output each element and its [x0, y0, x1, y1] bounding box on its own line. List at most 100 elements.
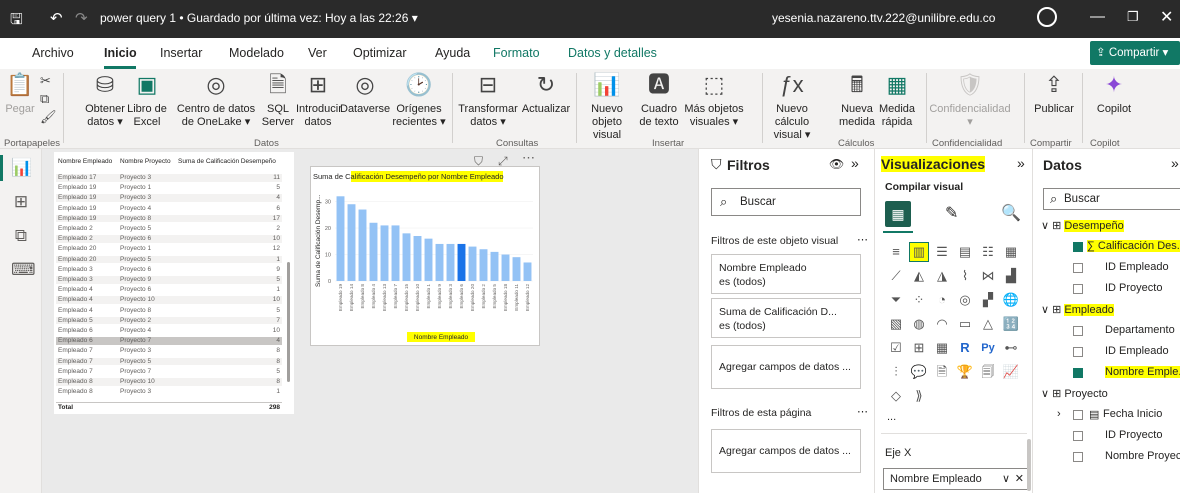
sql-button[interactable]: 🗎 SQL Server	[260, 71, 296, 129]
tab-insertar[interactable]: Insertar	[160, 46, 202, 60]
more-visuals-button[interactable]: ⬚ Más objetos visuales ▾	[684, 71, 744, 129]
table-row[interactable]: Empleado 6 Proyecto 7 4	[56, 337, 282, 345]
new-measure-button[interactable]: 🖩 Nueva medida	[838, 71, 876, 129]
restore-icon[interactable]: ❐	[1127, 9, 1139, 25]
trophy-icon[interactable]: 🏆	[956, 363, 974, 381]
table-view-icon[interactable]: ⊞	[11, 192, 31, 212]
collapse-icon[interactable]: »	[1171, 155, 1179, 171]
bar-100-icon[interactable]: ☷	[979, 243, 997, 261]
powerapps-icon[interactable]: ◇	[887, 387, 905, 405]
clustered-bar-icon[interactable]: ☰	[933, 243, 951, 261]
visual-gallery-more[interactable]: ...	[887, 411, 896, 423]
field-label[interactable]: ID Empleado	[1105, 345, 1169, 357]
table-row[interactable]: Empleado 17 Proyecto 3 11	[56, 174, 282, 182]
bar[interactable]	[468, 246, 477, 281]
bar[interactable]	[336, 196, 345, 281]
save-icon[interactable]: 🖫	[10, 9, 23, 34]
get-data-button[interactable]: ⛁ Obtener datos ▾	[84, 71, 126, 129]
table-visual[interactable]: Nombre Empleado Nombre Proyecto Suma de …	[54, 152, 294, 414]
chart-icon[interactable]: 📈	[1002, 363, 1020, 381]
kpi-icon[interactable]: △	[979, 315, 997, 333]
refresh-button[interactable]: ↻ Actualizar	[520, 71, 572, 116]
field-label[interactable]: ID Empleado	[1105, 261, 1169, 273]
table-row[interactable]: Empleado 2 Proyecto 5 2	[56, 225, 282, 233]
excel-button[interactable]: ▣ Libro de Excel	[126, 71, 168, 129]
table-row[interactable]: Empleado 20 Proyecto 1 12	[56, 245, 282, 253]
bar[interactable]	[512, 257, 521, 281]
remove-field-icon[interactable]: ✕	[1015, 469, 1024, 489]
analytics-tab-icon[interactable]: 🔍	[1001, 203, 1021, 223]
bar[interactable]	[369, 222, 378, 281]
document-title[interactable]: power query 1 • Guardado por última vez:…	[100, 11, 418, 25]
treemap-icon[interactable]: ▞	[979, 291, 997, 309]
area-chart-icon[interactable]: ◭	[910, 267, 928, 285]
scatter-icon[interactable]: ⁘	[910, 291, 928, 309]
stacked-bar-icon[interactable]: ≡	[887, 243, 905, 261]
format-painter-icon[interactable]: 🖌	[40, 109, 57, 125]
matrix-icon[interactable]: ▦	[933, 339, 951, 357]
clustered-column-icon[interactable]: ▤	[956, 243, 974, 261]
tab-datos-detalles[interactable]: Datos y detalles	[568, 46, 657, 60]
copy-icon[interactable]: ⧉	[40, 91, 49, 107]
copilot-button[interactable]: ✦ Copilot	[1090, 71, 1138, 116]
cut-icon[interactable]: ✂	[40, 73, 51, 89]
filled-map-icon[interactable]: ▧	[887, 315, 905, 333]
collapse-icon[interactable]: »	[851, 155, 859, 171]
waterfall-icon[interactable]: ▟	[1002, 267, 1020, 285]
field-checkbox[interactable]	[1073, 452, 1083, 462]
table-row[interactable]: Empleado 3 Proyecto 6 9	[56, 266, 282, 274]
chevron-down-icon[interactable]: ∨	[1002, 469, 1010, 489]
column-100-icon[interactable]: ▦	[1002, 243, 1020, 261]
field-label[interactable]: ID Proyecto	[1105, 282, 1162, 294]
undo-icon[interactable]: ↶	[50, 9, 63, 27]
share-button[interactable]: ⇪ Compartir ▾	[1090, 41, 1180, 65]
table-row[interactable]: Empleado 4 Proyecto 8 5	[56, 307, 282, 315]
pane-scrollbar[interactable]	[1027, 439, 1031, 491]
slicer-icon[interactable]: ☑	[887, 339, 905, 357]
bar[interactable]	[490, 251, 499, 281]
eye-icon[interactable]: 👁	[829, 157, 844, 171]
qa-icon[interactable]: 💬	[910, 363, 928, 381]
recent-sources-button[interactable]: 🕑 Orígenes recientes ▾	[390, 71, 448, 129]
table-row[interactable]: Empleado 19 Proyecto 4 6	[56, 205, 282, 213]
chevron-down-icon[interactable]: ∨	[1041, 304, 1052, 316]
bar[interactable]	[347, 204, 356, 281]
table-row[interactable]: Empleado 5 Proyecto 2 7	[56, 316, 282, 325]
report-view-icon[interactable]: 📊	[11, 158, 32, 178]
azure-map-icon[interactable]: ◍	[910, 315, 928, 333]
field-checkbox[interactable]	[1073, 263, 1083, 273]
new-calculation-button[interactable]: ƒx Nuevo cálculo visual ▾	[764, 71, 820, 142]
table-row[interactable]: Empleado 7 Proyecto 5 8	[56, 357, 282, 366]
bar-chart[interactable]: Suma de Calificación Desempeño por Nombr…	[311, 167, 539, 345]
bar[interactable]	[523, 262, 532, 281]
paste-button[interactable]: 📋 Pegar	[2, 71, 38, 116]
donut-icon[interactable]: ◎	[956, 291, 974, 309]
card-icon[interactable]: ▭	[956, 315, 974, 333]
column-header[interactable]: Suma de Calificación Desempeño	[178, 158, 276, 165]
tab-inicio[interactable]: Inicio	[104, 46, 137, 60]
quick-measure-button[interactable]: ▦ Medida rápida	[876, 71, 918, 129]
chevron-right-icon[interactable]: ›	[1057, 408, 1061, 420]
narrative-icon[interactable]: 🗎	[933, 363, 951, 381]
field-checkbox[interactable]	[1073, 326, 1083, 336]
table-node-empleado[interactable]: ∨ ⊞ Empleado	[1041, 303, 1114, 316]
table-row[interactable]: Empleado 20 Proyecto 5 1	[56, 255, 282, 264]
add-fields-drop-zone[interactable]: Agregar campos de datos ...	[711, 429, 861, 473]
account-icon[interactable]	[1037, 7, 1057, 27]
field-checkbox[interactable]	[1073, 242, 1083, 252]
column-header[interactable]: Nombre Proyecto	[120, 158, 171, 165]
field-checkbox[interactable]	[1073, 368, 1083, 378]
field-label[interactable]: Departamento	[1105, 324, 1175, 336]
bar[interactable]	[424, 238, 433, 281]
stacked-area-icon[interactable]: ◮	[933, 267, 951, 285]
filters-search-input[interactable]: ⌕ Buscar	[711, 188, 861, 216]
table-icon[interactable]: ⊞	[910, 339, 928, 357]
field-checkbox[interactable]	[1073, 431, 1083, 441]
transform-data-button[interactable]: ⊟ Transformar datos ▾	[456, 71, 520, 129]
bar[interactable]	[358, 209, 367, 281]
filter-card-nombre-empleado[interactable]: Nombre Empleado es (todos)	[711, 254, 861, 294]
bar[interactable]	[413, 236, 422, 281]
map-icon[interactable]: 🌐	[1002, 291, 1020, 309]
r-visual-icon[interactable]: R	[956, 339, 974, 357]
bar[interactable]	[479, 249, 488, 281]
